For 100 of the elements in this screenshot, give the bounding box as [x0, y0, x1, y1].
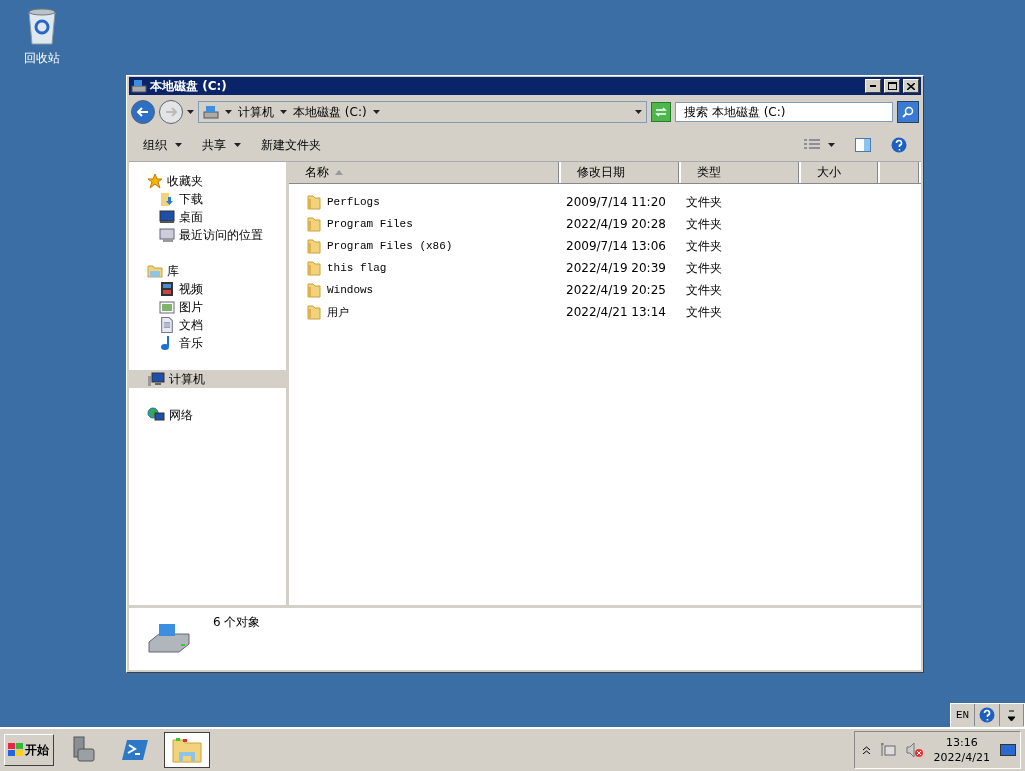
show-desktop-icon[interactable]	[1000, 744, 1016, 756]
clock-date: 2022/4/21	[933, 750, 990, 765]
nav-item[interactable]: 收藏夹	[129, 172, 286, 190]
file-name: Program Files	[327, 218, 413, 230]
column-header[interactable]: 名称	[289, 162, 561, 183]
file-name: 用户	[327, 305, 349, 320]
column-header[interactable]: 修改日期	[561, 162, 681, 183]
back-arrow-icon	[137, 107, 149, 117]
caret-icon	[372, 110, 380, 114]
file-name: PerfLogs	[327, 196, 380, 208]
preview-pane-icon	[855, 138, 871, 152]
caret-icon	[828, 143, 835, 147]
file-name-cell[interactable]: PerfLogs	[289, 194, 561, 210]
nav-item[interactable]: 视频	[129, 280, 286, 298]
taskbar-app[interactable]	[164, 732, 210, 768]
search-icon	[902, 106, 914, 118]
nav-label: 网络	[169, 406, 193, 424]
picture-icon	[159, 299, 175, 315]
folder-icon	[307, 238, 321, 254]
nav-item[interactable]: 网络	[129, 406, 286, 424]
refresh-button[interactable]	[651, 102, 671, 122]
file-name-cell[interactable]: Windows	[289, 282, 561, 298]
folder-icon	[307, 194, 321, 210]
library-folder-icon	[147, 263, 163, 279]
minimize-button[interactable]	[865, 79, 881, 93]
nav-item[interactable]: 桌面	[129, 208, 286, 226]
details-view-icon	[804, 139, 820, 151]
date-cell-text: 2022/4/21 13:14	[565, 305, 667, 319]
caret-icon	[225, 110, 232, 114]
toolbar-button[interactable]: 共享	[194, 134, 249, 156]
column-header[interactable]: 类型	[681, 162, 801, 183]
nav-item[interactable]: 音乐	[129, 334, 286, 352]
minimize-icon	[870, 85, 876, 87]
nav-item[interactable]: 文档	[129, 316, 286, 334]
nav-label: 文档	[179, 316, 203, 334]
sort-arrow-icon	[335, 170, 343, 175]
date-cell-text: 2022/4/19 20:39	[565, 261, 667, 275]
monitor-icon	[159, 209, 175, 225]
type-cell-text: 文件夹	[685, 303, 723, 321]
window-title: 本地磁盘 (C:)	[150, 77, 228, 95]
clock[interactable]: 13:16 2022/4/21	[933, 735, 990, 765]
type-cell-text: 文件夹	[685, 281, 723, 299]
maximize-icon	[887, 82, 897, 90]
nav-item[interactable]: 下载	[129, 190, 286, 208]
date-cell-text: 2009/7/14 13:06	[565, 239, 667, 253]
file-name: this flag	[327, 262, 387, 274]
nav-label: 库	[167, 262, 179, 280]
breadcrumb[interactable]: 计算机	[238, 103, 287, 121]
file-name-cell[interactable]: 用户	[289, 304, 561, 320]
search-button[interactable]	[897, 101, 919, 123]
nav-item[interactable]: 库	[129, 262, 286, 280]
nav-label: 音乐	[179, 334, 203, 352]
back-button[interactable]	[131, 100, 155, 124]
file-name-cell[interactable]: Program Files	[289, 216, 561, 232]
nav-label: 桌面	[179, 208, 203, 226]
clock-time: 13:16	[945, 735, 978, 750]
file-name-cell[interactable]: Program Files (x86)	[289, 238, 561, 254]
document-icon	[161, 317, 173, 333]
maximize-button[interactable]	[884, 79, 900, 93]
shell-prompt-icon	[121, 738, 149, 762]
forward-arrow-icon	[165, 107, 177, 117]
start-button[interactable]: 开始	[4, 734, 54, 766]
column-header[interactable]: 大小	[801, 162, 880, 183]
date-cell-text: 2022/4/19 20:28	[565, 217, 667, 231]
close-button[interactable]	[903, 79, 919, 93]
nav-label: 最近访问的位置	[179, 226, 263, 244]
drive-icon	[131, 79, 147, 93]
nav-label: 计算机	[169, 370, 205, 388]
type-cell-text: 文件夹	[685, 193, 723, 211]
nav-label: 图片	[179, 298, 203, 316]
nav-label: 下载	[179, 190, 203, 208]
breadcrumb[interactable]: 本地磁盘 (C:)	[293, 103, 380, 121]
desktop-icon-label: 回收站	[24, 50, 60, 67]
forward-button[interactable]	[159, 100, 183, 124]
toolbar-button[interactable]: 新建文件夹	[253, 134, 329, 156]
folder-icon	[171, 736, 203, 764]
recycle-bin-icon[interactable]	[26, 8, 58, 46]
folder-icon	[307, 260, 321, 276]
address-dropdown-icon	[635, 110, 642, 114]
star-icon	[147, 173, 163, 189]
search-field[interactable]: 搜索 本地磁盘 (C:)	[675, 102, 893, 122]
refresh-arrows-icon	[655, 107, 667, 117]
type-cell-text: 文件夹	[685, 237, 723, 255]
chevron-up-icon[interactable]	[862, 746, 870, 754]
help-icon	[891, 137, 907, 153]
speaker-muted-icon[interactable]	[905, 742, 924, 758]
caret-icon	[280, 110, 287, 114]
network-icon[interactable]	[879, 742, 896, 758]
toolbar-button[interactable]: 组织	[135, 134, 190, 156]
drive-icon	[147, 622, 191, 656]
nav-item[interactable]: 最近访问的位置	[129, 226, 286, 244]
computer-icon	[147, 371, 165, 387]
options-caret-icon	[1008, 709, 1015, 721]
nav-item[interactable]: 计算机	[129, 370, 286, 388]
file-name-cell[interactable]: this flag	[289, 260, 561, 276]
nav-item[interactable]: 图片	[129, 298, 286, 316]
address-bar[interactable]: 计算机 本地磁盘 (C:)	[198, 101, 647, 123]
windows-logo-icon	[8, 743, 24, 757]
type-cell-text: 文件夹	[685, 259, 723, 277]
item-count: 6 个对象	[213, 614, 261, 631]
